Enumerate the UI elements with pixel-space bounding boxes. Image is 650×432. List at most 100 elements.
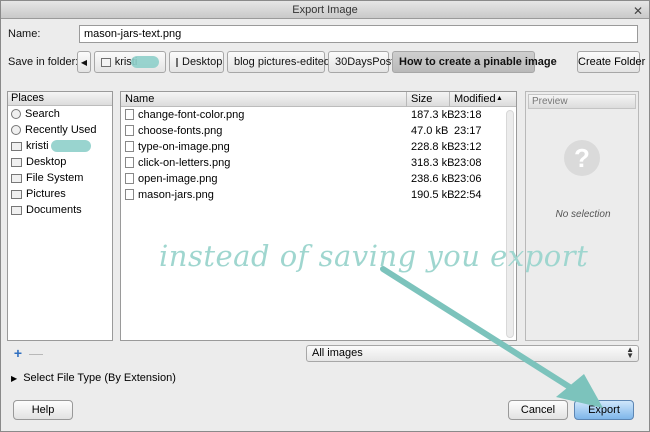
image-file-icon: [125, 141, 134, 152]
chevron-left-icon: ◀: [80, 57, 88, 67]
folder-icon: [101, 57, 111, 67]
place-label: Documents: [26, 204, 82, 216]
file-name: choose-fonts.png: [138, 125, 223, 137]
place-label: Search: [25, 108, 60, 120]
breadcrumb-label: Desktop: [182, 56, 223, 68]
create-folder-button[interactable]: Create Folder: [577, 51, 645, 73]
file-modified: 23:17: [454, 125, 482, 137]
preview-panel: Preview ? No selection: [525, 91, 639, 341]
places-panel: Places Search Recently Used kristi Deskt…: [7, 91, 113, 341]
file-name: open-image.png: [138, 173, 218, 185]
breadcrumb-label: How to create a pinable image: [399, 56, 557, 68]
breadcrumb-blog-pictures-edited[interactable]: blog pictures-edited: [227, 51, 330, 73]
breadcrumb-30daysposts[interactable]: 30DaysPosts: [328, 51, 400, 73]
arrow-down-icon: ▼: [626, 351, 634, 360]
file-size: 187.3 kB: [411, 109, 455, 121]
table-row[interactable]: open-image.png 238.6 kB 23:06: [121, 171, 516, 187]
file-modified: 23:12: [454, 141, 482, 153]
place-label: Pictures: [26, 188, 66, 200]
select-file-type-expander[interactable]: ▶ Select File Type (By Extension): [11, 372, 176, 384]
folder-icon: [176, 57, 178, 67]
filter-value: All images: [312, 347, 363, 359]
file-list: Name Size Modified ▲ change-font-color.p…: [120, 91, 517, 341]
place-item-documents[interactable]: Documents: [8, 202, 112, 218]
file-name: mason-jars.png: [138, 189, 214, 201]
image-file-icon: [125, 173, 134, 184]
breadcrumb-kristi[interactable]: kristi: [94, 51, 166, 73]
table-row[interactable]: click-on-letters.png 318.3 kB 23:08: [121, 155, 516, 171]
title-bar: Export Image ✕: [1, 1, 649, 19]
name-label: Name:: [8, 28, 41, 40]
close-icon[interactable]: ✕: [633, 2, 643, 20]
home-folder-icon: [11, 141, 22, 151]
image-file-icon: [125, 157, 134, 168]
breadcrumb-label: 30DaysPosts: [335, 56, 400, 68]
file-size: 318.3 kB: [411, 157, 455, 169]
export-image-dialog: Export Image ✕ Name: mason-jars-text.png…: [0, 0, 650, 432]
column-header-size[interactable]: Size: [411, 93, 432, 105]
file-list-header: Name Size Modified ▲: [121, 92, 516, 107]
export-button[interactable]: Export: [574, 400, 634, 420]
file-size: 238.6 kB: [411, 173, 455, 185]
places-add-remove: + —: [11, 346, 43, 360]
file-size: 190.5 kB: [411, 189, 455, 201]
file-modified: 23:06: [454, 173, 482, 185]
table-row[interactable]: choose-fonts.png 47.0 kB 23:17: [121, 123, 516, 139]
add-bookmark-icon[interactable]: +: [11, 346, 25, 360]
column-divider: [406, 92, 407, 107]
file-name: change-font-color.png: [138, 109, 245, 121]
column-divider: [449, 92, 450, 107]
file-size: 47.0 kB: [411, 125, 449, 137]
column-header-name[interactable]: Name: [125, 93, 154, 105]
folder-icon: [11, 157, 22, 167]
table-row[interactable]: mason-jars.png 190.5 kB 22:54: [121, 187, 516, 203]
table-row[interactable]: type-on-image.png 228.8 kB 23:12: [121, 139, 516, 155]
sort-ascending-icon: ▲: [496, 95, 503, 102]
folder-icon: [11, 205, 22, 215]
select-file-type-label: Select File Type (By Extension): [23, 372, 176, 384]
image-file-icon: [125, 125, 134, 136]
place-label: Recently Used: [25, 124, 97, 136]
disclosure-triangle-icon: ▶: [11, 374, 18, 383]
preview-header: Preview: [528, 94, 636, 109]
place-item-search[interactable]: Search: [8, 106, 112, 122]
cancel-button[interactable]: Cancel: [508, 400, 568, 420]
clock-icon: [11, 125, 21, 135]
file-name: click-on-letters.png: [138, 157, 231, 169]
search-icon: [11, 109, 21, 119]
column-header-modified[interactable]: Modified: [454, 93, 496, 105]
file-modified: 22:54: [454, 189, 482, 201]
file-name-input[interactable]: mason-jars-text.png: [79, 25, 638, 43]
breadcrumb-desktop[interactable]: Desktop: [169, 51, 224, 73]
place-item-file-system[interactable]: File System: [8, 170, 112, 186]
dropdown-arrows-icon: ▲ ▼: [626, 346, 634, 360]
redacted-blur: [131, 56, 159, 68]
folder-icon: [11, 189, 22, 199]
place-item-kristi[interactable]: kristi: [8, 138, 112, 154]
help-button[interactable]: Help: [13, 400, 73, 420]
file-list-scrollbar[interactable]: [506, 110, 514, 338]
breadcrumb-back-button[interactable]: ◀: [77, 51, 91, 73]
window-title: Export Image: [292, 4, 358, 16]
table-row[interactable]: change-font-color.png 187.3 kB 23:18: [121, 107, 516, 123]
breadcrumb-label: blog pictures-edited: [234, 56, 331, 68]
redacted-blur: [50, 140, 91, 152]
place-item-desktop[interactable]: Desktop: [8, 154, 112, 170]
place-item-recently-used[interactable]: Recently Used: [8, 122, 112, 138]
save-in-folder-label: Save in folder:: [8, 56, 79, 68]
place-label: File System: [26, 172, 84, 184]
remove-bookmark-icon[interactable]: —: [29, 346, 43, 360]
file-size: 228.8 kB: [411, 141, 455, 153]
image-file-icon: [125, 109, 134, 120]
drive-icon: [11, 173, 22, 183]
breadcrumb-current-folder[interactable]: How to create a pinable image: [392, 51, 557, 73]
place-item-pictures[interactable]: Pictures: [8, 186, 112, 202]
file-modified: 23:08: [454, 157, 482, 169]
breadcrumb: ◀ kristi Desktop blog pictures-edited 30…: [77, 51, 557, 73]
place-label: Desktop: [26, 156, 67, 168]
file-filter-select[interactable]: All images ▲ ▼: [306, 345, 639, 362]
file-modified: 23:18: [454, 109, 482, 121]
place-label: kristi: [26, 140, 49, 152]
file-name: type-on-image.png: [138, 141, 230, 153]
question-mark-icon: ?: [564, 140, 600, 176]
